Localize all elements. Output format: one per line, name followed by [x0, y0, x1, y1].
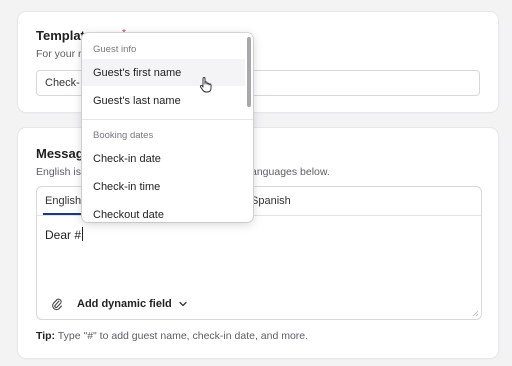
template-subtitle: For your r — [36, 48, 82, 60]
message-subtitle-left: English is — [36, 166, 81, 178]
tip-body: Type "#" to add guest name, check-in dat… — [55, 330, 309, 342]
add-dynamic-field-button[interactable]: Add dynamic field — [77, 298, 172, 310]
dropdown-item-checkout-date[interactable]: Checkout date — [82, 201, 245, 222]
dynamic-field-dropdown: Guest info Guest's first name Guest's la… — [82, 33, 253, 222]
paperclip-icon[interactable] — [51, 297, 63, 311]
tab-spanish[interactable]: Spanish — [251, 195, 291, 207]
dropdown-item-guest-last-name[interactable]: Guest's last name — [82, 87, 245, 114]
tab-english[interactable]: English — [45, 195, 81, 207]
editor-content[interactable]: Dear # — [45, 227, 84, 242]
editor-footer: Add dynamic field — [51, 297, 188, 311]
tip-text: Tip: Type "#" to add guest name, check-i… — [36, 330, 308, 342]
editor-text: Dear # — [45, 228, 82, 242]
dropdown-item-guest-first-name[interactable]: Guest's first name — [82, 59, 245, 86]
dropdown-divider — [82, 119, 253, 120]
text-caret — [82, 227, 84, 241]
dropdown-item-check-in-date[interactable]: Check-in date — [82, 145, 245, 172]
message-subtitle-right: anguages below. — [251, 166, 330, 178]
tip-label: Tip: — [36, 330, 56, 342]
dropdown-item-check-in-time[interactable]: Check-in time — [82, 173, 245, 200]
hand-pointer-icon — [199, 77, 212, 93]
active-tab-indicator — [43, 213, 87, 215]
chevron-down-icon[interactable] — [178, 299, 188, 309]
template-name-value: Check- — [45, 77, 80, 89]
dropdown-group-booking-dates: Booking dates — [93, 130, 154, 141]
dropdown-scrollbar[interactable] — [247, 37, 251, 107]
dropdown-group-guest-info: Guest info — [93, 44, 137, 55]
resize-handle-icon[interactable] — [472, 310, 478, 316]
